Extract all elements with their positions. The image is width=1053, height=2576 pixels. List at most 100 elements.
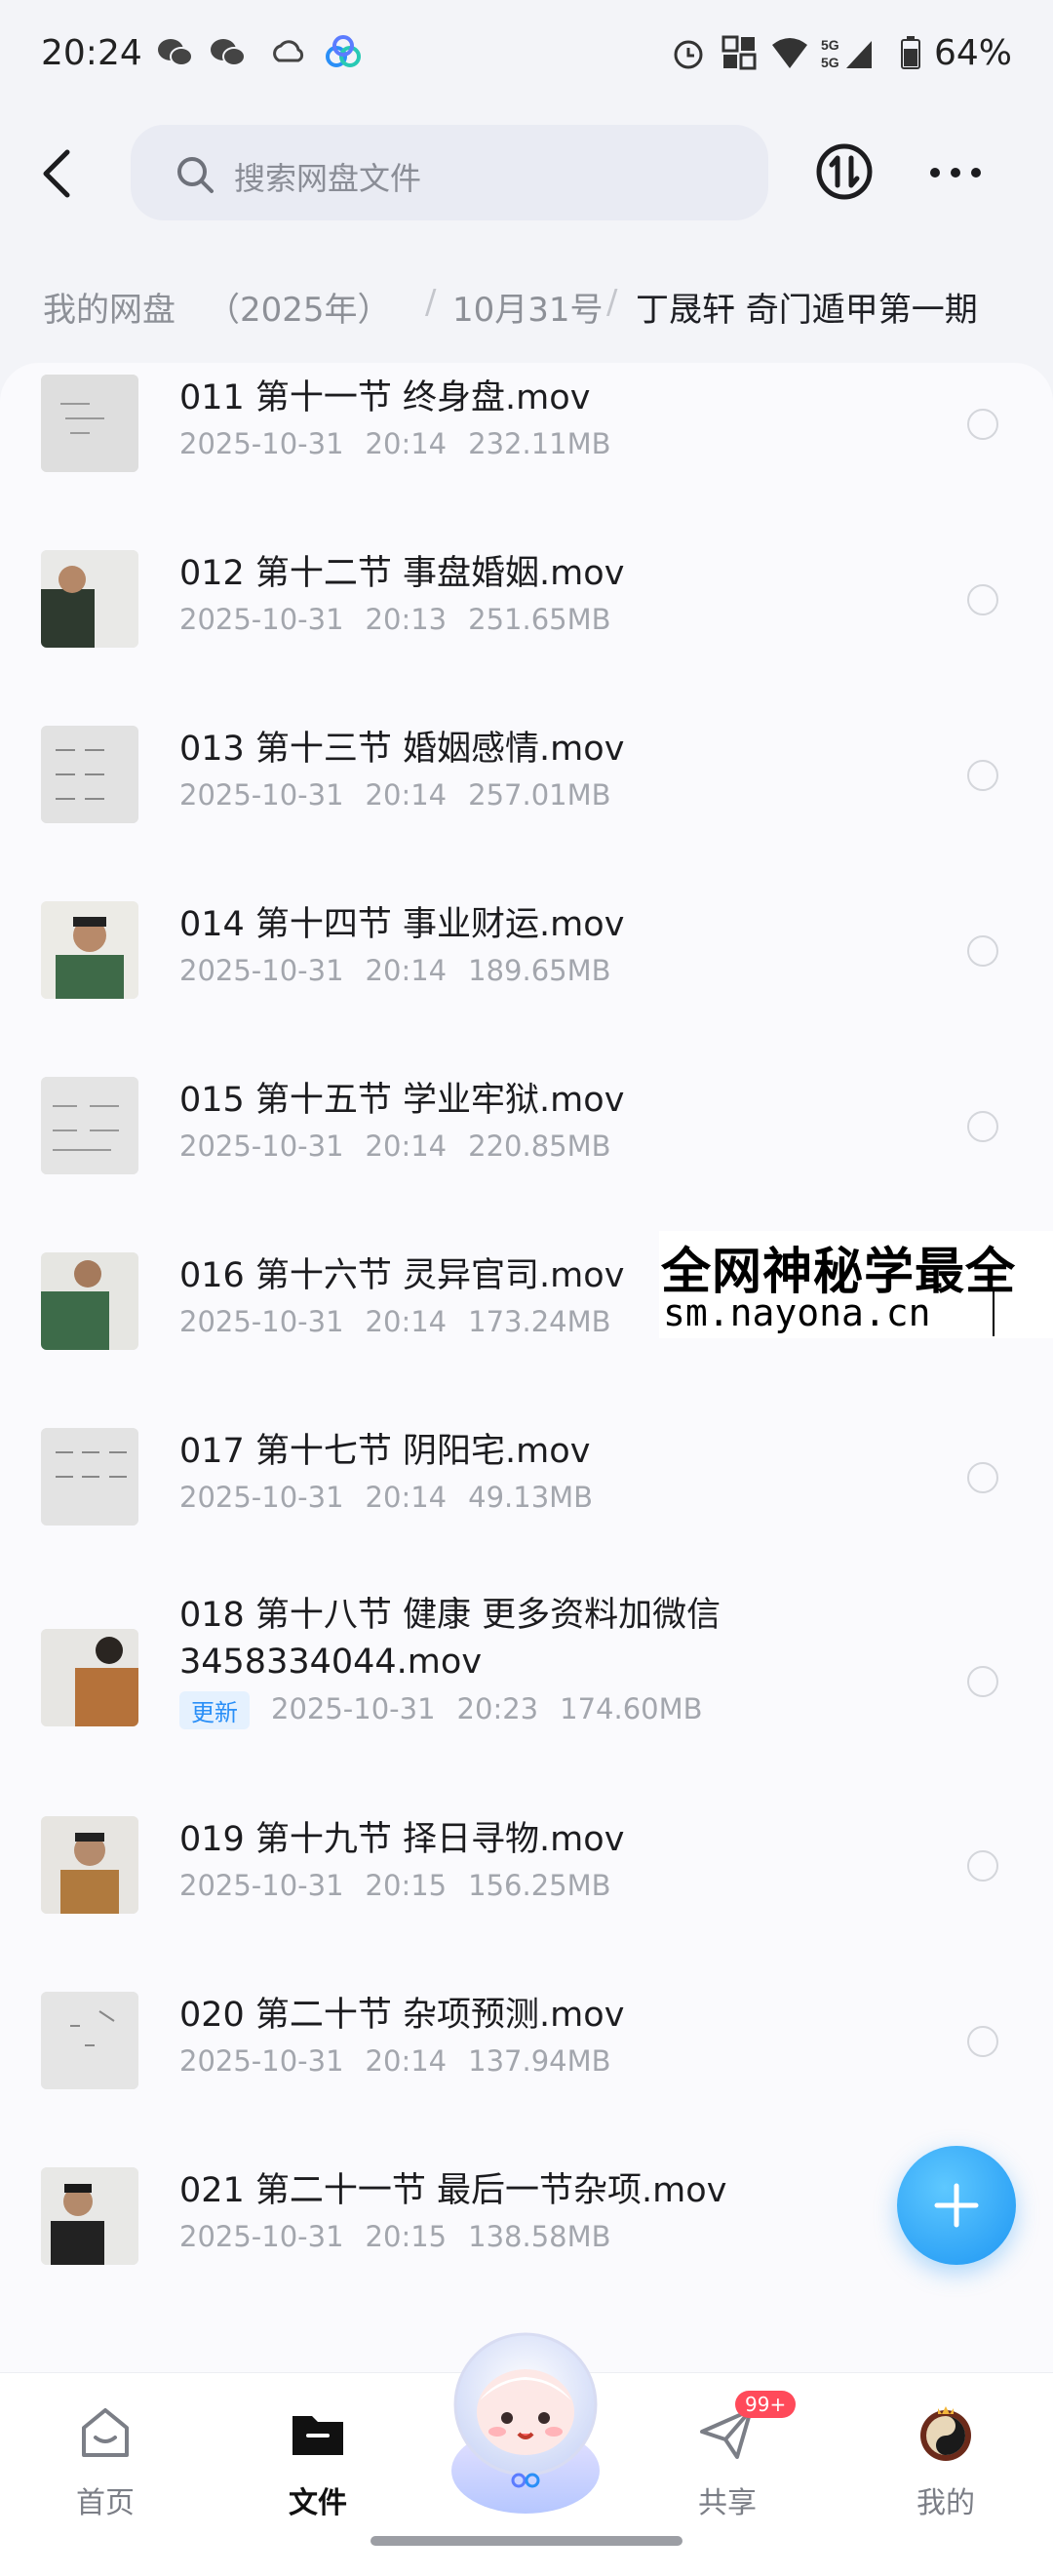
- file-name: 015 第十五节 学业牢狱.mov: [179, 1081, 625, 1120]
- file-meta: 2025-10-31 20:13 251.65MB: [179, 603, 633, 636]
- nav-files-label: 文件: [289, 2486, 347, 2520]
- search-icon: [177, 157, 214, 193]
- more-options-icon[interactable]: [926, 158, 985, 187]
- file-time: 20:14: [365, 2044, 448, 2078]
- file-date: 2025-10-31: [179, 603, 344, 636]
- home-icon: [82, 2408, 129, 2457]
- select-checkbox[interactable]: [967, 2026, 998, 2057]
- file-time: 20:15: [365, 2220, 448, 2253]
- file-name: 019 第十九节 择日寻物.mov: [179, 1820, 625, 1859]
- add-button[interactable]: [897, 2146, 1016, 2265]
- video-thumbnail: [41, 726, 138, 823]
- select-checkbox[interactable]: [967, 584, 998, 615]
- nav-share-label: 共享: [698, 2486, 757, 2520]
- file-size: 232.11MB: [468, 427, 611, 460]
- select-checkbox[interactable]: [967, 935, 998, 967]
- breadcrumb-separator: /: [606, 283, 618, 322]
- file-list: 011 第十一节 终身盘.mov 2025-10-31 20:14 232.11MB…: [0, 363, 1053, 2372]
- breadcrumb: （2025年） / 10月31号 / 丁晟轩 奇门遁甲第一期 我的网盘: [0, 273, 1053, 337]
- file-date: 2025-10-31: [271, 1691, 436, 1725]
- file-size: 174.60MB: [560, 1691, 703, 1725]
- file-meta: 2025-10-31 20:14 189.65MB: [179, 954, 633, 987]
- file-name: 020 第二十节 杂项预测.mov: [179, 1996, 625, 2035]
- text-cursor: [993, 1291, 994, 1336]
- mascot-icon[interactable]: [429, 2324, 622, 2516]
- signal-5g-icon: 5G5G: [821, 37, 872, 70]
- status-time: 20:24: [41, 33, 142, 73]
- select-checkbox[interactable]: [967, 760, 998, 791]
- share-badge: 99+: [735, 2391, 797, 2418]
- breadcrumb-year[interactable]: （2025年）: [207, 283, 391, 331]
- file-name: 012 第十二节 事盘婚姻.mov: [179, 554, 625, 593]
- back-button[interactable]: [29, 144, 84, 203]
- search-input[interactable]: 搜索网盘文件: [131, 125, 768, 220]
- file-date: 2025-10-31: [179, 2220, 344, 2253]
- file-name: 014 第十四节 事业财运.mov: [179, 905, 625, 944]
- nav-profile[interactable]: 我的: [878, 2393, 1014, 2520]
- video-thumbnail: [41, 2167, 138, 2265]
- file-size: 220.85MB: [468, 1129, 611, 1163]
- file-time: 20:14: [365, 1305, 448, 1338]
- file-date: 2025-10-31: [179, 1129, 344, 1163]
- update-badge: 更新: [179, 1691, 250, 1729]
- file-size: 138.58MB: [468, 2220, 611, 2253]
- chevron-left-icon: [43, 149, 70, 198]
- breadcrumb-current: 丁晟轩 奇门遁甲第一期: [636, 291, 978, 330]
- select-checkbox[interactable]: [967, 1111, 998, 1142]
- file-time: 20:14: [365, 1129, 448, 1163]
- breadcrumb-separator: /: [425, 283, 437, 322]
- nav-share[interactable]: 99+ 共享: [659, 2391, 797, 2520]
- file-size: 189.65MB: [468, 954, 611, 987]
- video-thumbnail: [41, 1428, 138, 1526]
- breadcrumb-root[interactable]: 我的网盘: [43, 283, 176, 331]
- nav-home-label: 首页: [76, 2486, 135, 2520]
- file-meta: 2025-10-31 20:14 232.11MB: [179, 427, 633, 460]
- file-name: 017 第十七节 阴阳宅.mov: [179, 1432, 591, 1471]
- file-date: 2025-10-31: [179, 1305, 344, 1338]
- nav-files[interactable]: 文件: [250, 2393, 386, 2520]
- nfc-icon: [722, 35, 757, 70]
- video-thumbnail: [41, 1816, 138, 1914]
- file-meta: 2025-10-31 20:14 137.94MB: [179, 2044, 633, 2078]
- transfer-list-icon[interactable]: [815, 142, 874, 201]
- wifi-icon: [772, 38, 807, 68]
- watermark-overlay: 全网神秘学最全 sm.nayona.cn: [659, 1231, 1053, 1338]
- file-time: 20:14: [365, 1481, 448, 1514]
- avatar-icon: [920, 2406, 971, 2461]
- file-date: 2025-10-31: [179, 1481, 344, 1514]
- nav-profile-label: 我的: [916, 2486, 975, 2520]
- select-checkbox[interactable]: [967, 1462, 998, 1493]
- watermark-url: sm.nayona.cn: [663, 1291, 931, 1334]
- file-meta: 2025-10-31 20:14 173.24MB: [179, 1305, 633, 1338]
- video-thumbnail: [41, 901, 138, 999]
- file-size: 173.24MB: [468, 1305, 611, 1338]
- file-meta: 2025-10-31 20:15 156.25MB: [179, 1869, 633, 1902]
- file-time: 20:23: [456, 1691, 539, 1725]
- breadcrumb-date[interactable]: 10月31号: [452, 283, 604, 331]
- home-indicator[interactable]: [370, 2536, 682, 2546]
- cloud-icon: [273, 40, 304, 62]
- video-thumbnail: [41, 1992, 138, 2089]
- file-meta: 2025-10-31 20:14 220.85MB: [179, 1129, 633, 1163]
- file-date: 2025-10-31: [179, 2044, 344, 2078]
- file-time: 20:13: [365, 603, 448, 636]
- file-date: 2025-10-31: [179, 954, 344, 987]
- video-thumbnail: [41, 1077, 138, 1174]
- video-thumbnail: [41, 1629, 138, 1726]
- file-date: 2025-10-31: [179, 778, 344, 812]
- select-checkbox[interactable]: [967, 1666, 998, 1697]
- nav-home[interactable]: 首页: [37, 2393, 174, 2520]
- folder-icon: [292, 2416, 343, 2455]
- svg-text:5G: 5G: [821, 55, 839, 70]
- wechat-icon: [158, 39, 193, 66]
- select-checkbox[interactable]: [967, 1850, 998, 1882]
- file-size: 156.25MB: [468, 1869, 611, 1902]
- file-date: 2025-10-31: [179, 427, 344, 460]
- file-size: 257.01MB: [468, 778, 611, 812]
- file-meta: 2025-10-31 20:14 49.13MB: [179, 1481, 614, 1514]
- select-checkbox[interactable]: [967, 409, 998, 440]
- video-thumbnail: [41, 1252, 138, 1350]
- file-name: 018 第十八节 健康 更多资料加微信 3458334044.mov: [179, 1596, 722, 1682]
- plus-icon: [934, 2183, 979, 2228]
- file-time: 20:15: [365, 1869, 448, 1902]
